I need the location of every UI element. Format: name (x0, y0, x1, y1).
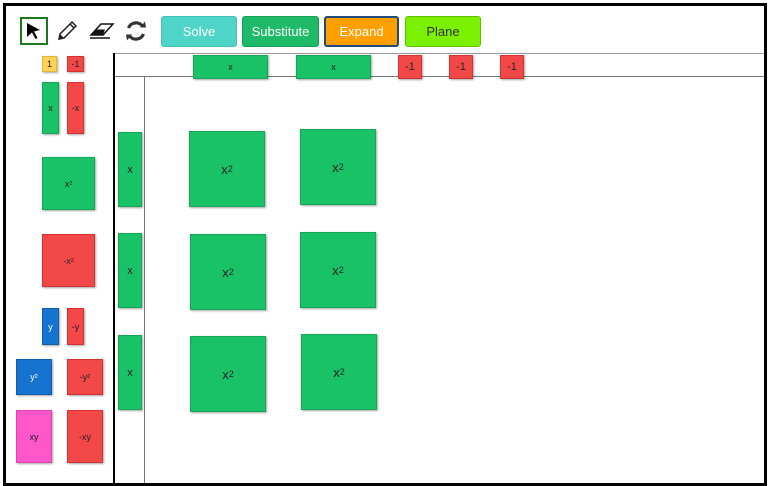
toolbar-divider (115, 53, 764, 54)
expand-button[interactable]: Expand (324, 16, 399, 47)
palette-x-tile[interactable]: x (42, 82, 59, 134)
product-x-squared-tile[interactable]: x2 (190, 234, 266, 310)
eraser-icon (89, 23, 115, 39)
refresh-icon (126, 21, 146, 41)
top-factor-x-tile[interactable]: x (193, 55, 268, 79)
reset-tool-button[interactable] (121, 17, 151, 45)
workspace-frame: Solve Substitute Expand Plane 1 -1 x -x … (3, 3, 767, 486)
solve-button[interactable]: Solve (161, 16, 237, 47)
palette-neg-xy-tile[interactable]: -xy (67, 410, 103, 463)
tile-base: x (221, 161, 228, 177)
product-x-squared-tile[interactable]: x2 (190, 336, 266, 412)
eraser-tool-button[interactable] (86, 17, 118, 45)
pencil-tool-button[interactable] (53, 17, 81, 45)
plane-button[interactable]: Plane (405, 16, 481, 47)
top-factor-x-tile[interactable]: x (296, 55, 371, 79)
toolbar: Solve Substitute Expand Plane (6, 6, 764, 54)
palette-x-squared-tile[interactable]: x² (42, 157, 95, 210)
top-factor-neg-one-tile[interactable]: -1 (500, 55, 524, 79)
palette-neg-y-tile[interactable]: -y (67, 308, 84, 345)
tile-base: x (222, 264, 229, 280)
left-factor-divider (144, 77, 145, 483)
left-factor-x-tile[interactable]: x (118, 335, 142, 410)
select-tool-button[interactable] (20, 17, 48, 45)
tile-base: x (332, 262, 339, 278)
product-x-squared-tile[interactable]: x2 (301, 334, 377, 410)
palette-y-tile[interactable]: y (42, 308, 59, 345)
palette-y-squared-tile[interactable]: y² (16, 359, 52, 395)
top-factor-neg-one-tile[interactable]: -1 (449, 55, 473, 79)
top-factor-neg-one-tile[interactable]: -1 (398, 55, 422, 79)
palette-neg-one-tile[interactable]: -1 (67, 56, 84, 72)
product-x-squared-tile[interactable]: x2 (300, 232, 376, 308)
palette-divider (113, 53, 115, 483)
left-factor-x-tile[interactable]: x (118, 132, 142, 207)
cursor-arrow-icon (27, 23, 40, 39)
tile-base: x (333, 364, 340, 380)
palette-xy-tile[interactable]: xy (16, 410, 52, 463)
pencil-icon (58, 20, 78, 40)
tile-base: x (332, 159, 339, 175)
substitute-button[interactable]: Substitute (242, 16, 319, 47)
product-x-squared-tile[interactable]: x2 (189, 131, 265, 207)
left-factor-x-tile[interactable]: x (118, 233, 142, 308)
palette-one-tile[interactable]: 1 (42, 56, 57, 72)
palette-neg-x-tile[interactable]: -x (67, 82, 84, 134)
palette-neg-y-squared-tile[interactable]: -y² (67, 359, 103, 395)
tile-base: x (222, 366, 229, 382)
palette-neg-x-squared-tile[interactable]: -x² (42, 234, 95, 287)
product-x-squared-tile[interactable]: x2 (300, 129, 376, 205)
